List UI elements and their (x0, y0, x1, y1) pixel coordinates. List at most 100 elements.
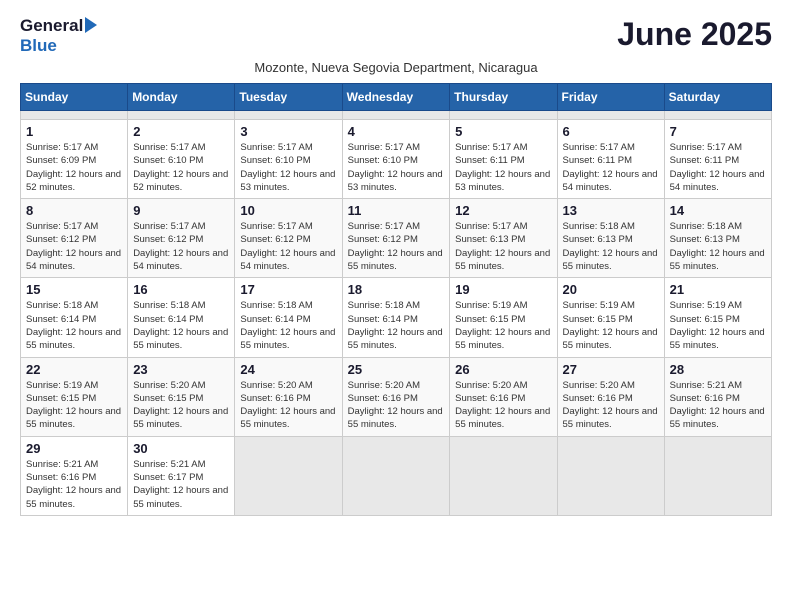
calendar-day-cell (450, 111, 557, 120)
calendar-day-cell (235, 111, 342, 120)
calendar-week-row: 22Sunrise: 5:19 AMSunset: 6:15 PMDayligh… (21, 357, 772, 436)
calendar-day-cell: 21Sunrise: 5:19 AMSunset: 6:15 PMDayligh… (664, 278, 771, 357)
day-info: Sunrise: 5:17 AMSunset: 6:12 PMDaylight:… (26, 220, 122, 273)
day-info: Sunrise: 5:17 AMSunset: 6:10 PMDaylight:… (240, 141, 336, 194)
col-sunday: Sunday (21, 84, 128, 111)
calendar-day-cell: 17 Sunrise: 5:18 AMSunset: 6:14 PMDayligh… (235, 278, 342, 357)
day-info: Sunrise: 5:17 AMSunset: 6:12 PMDaylight:… (133, 220, 229, 273)
day-number: 13 (563, 203, 659, 218)
day-number: 17 (240, 282, 336, 297)
logo-blue: Blue (20, 36, 57, 55)
day-info: Sunrise: 5:20 AMSunset: 6:16 PMDaylight:… (455, 379, 551, 432)
day-number: 18 (348, 282, 445, 297)
calendar-day-cell: 9 Sunrise: 5:17 AMSunset: 6:12 PMDaylight… (128, 199, 235, 278)
calendar-week-row: 8 Sunrise: 5:17 AMSunset: 6:12 PMDaylight… (21, 199, 772, 278)
calendar-day-cell: 1 Sunrise: 5:17 AMSunset: 6:09 PMDaylight… (21, 120, 128, 199)
day-info: Sunrise: 5:18 AMSunset: 6:14 PMDaylight:… (348, 299, 445, 352)
calendar-header-row: Sunday Monday Tuesday Wednesday Thursday… (21, 84, 772, 111)
calendar-day-cell: 24 Sunrise: 5:20 AMSunset: 6:16 PMDayligh… (235, 357, 342, 436)
day-info: Sunrise: 5:17 AMSunset: 6:10 PMDaylight:… (348, 141, 445, 194)
logo-arrow-icon (85, 17, 97, 33)
calendar-day-cell: 16Sunrise: 5:18 AMSunset: 6:14 PMDayligh… (128, 278, 235, 357)
calendar-day-cell: 26 Sunrise: 5:20 AMSunset: 6:16 PMDayligh… (450, 357, 557, 436)
col-tuesday: Tuesday (235, 84, 342, 111)
day-info: Sunrise: 5:17 AMSunset: 6:11 PMDaylight:… (563, 141, 659, 194)
col-thursday: Thursday (450, 84, 557, 111)
calendar-day-cell: 5 Sunrise: 5:17 AMSunset: 6:11 PMDaylight… (450, 120, 557, 199)
logo: General Blue (20, 16, 97, 56)
logo-general: General (20, 16, 83, 36)
day-number: 24 (240, 362, 336, 377)
calendar-day-cell: 19 Sunrise: 5:19 AMSunset: 6:15 PMDayligh… (450, 278, 557, 357)
calendar-day-cell: 20Sunrise: 5:19 AMSunset: 6:15 PMDayligh… (557, 278, 664, 357)
day-info: Sunrise: 5:17 AMSunset: 6:12 PMDaylight:… (348, 220, 445, 273)
day-number: 8 (26, 203, 122, 218)
calendar-day-cell: 12 Sunrise: 5:17 AMSunset: 6:13 PMDayligh… (450, 199, 557, 278)
day-info: Sunrise: 5:17 AMSunset: 6:13 PMDaylight:… (455, 220, 551, 273)
day-number: 1 (26, 124, 122, 139)
day-number: 23 (133, 362, 229, 377)
day-info: Sunrise: 5:18 AMSunset: 6:14 PMDaylight:… (240, 299, 336, 352)
calendar-day-cell (557, 436, 664, 515)
calendar-week-row: 1 Sunrise: 5:17 AMSunset: 6:09 PMDaylight… (21, 120, 772, 199)
day-info: Sunrise: 5:19 AMSunset: 6:15 PMDaylight:… (455, 299, 551, 352)
calendar-day-cell: 18 Sunrise: 5:18 AMSunset: 6:14 PMDayligh… (342, 278, 450, 357)
calendar-day-cell: 27Sunrise: 5:20 AMSunset: 6:16 PMDayligh… (557, 357, 664, 436)
day-number: 14 (670, 203, 766, 218)
calendar-day-cell (235, 436, 342, 515)
calendar-week-row (21, 111, 772, 120)
day-number: 19 (455, 282, 551, 297)
month-title: June 2025 (617, 16, 772, 53)
col-friday: Friday (557, 84, 664, 111)
calendar-day-cell (21, 111, 128, 120)
calendar-day-cell (664, 111, 771, 120)
day-number: 28 (670, 362, 766, 377)
calendar-week-row: 15 Sunrise: 5:18 AMSunset: 6:14 PMDayligh… (21, 278, 772, 357)
calendar-day-cell: 25Sunrise: 5:20 AMSunset: 6:16 PMDayligh… (342, 357, 450, 436)
day-info: Sunrise: 5:17 AMSunset: 6:11 PMDaylight:… (455, 141, 551, 194)
day-info: Sunrise: 5:21 AMSunset: 6:16 PMDaylight:… (26, 458, 122, 511)
calendar-day-cell: 10Sunrise: 5:17 AMSunset: 6:12 PMDayligh… (235, 199, 342, 278)
day-info: Sunrise: 5:17 AMSunset: 6:11 PMDaylight:… (670, 141, 766, 194)
col-saturday: Saturday (664, 84, 771, 111)
calendar-day-cell: 29 Sunrise: 5:21 AMSunset: 6:16 PMDayligh… (21, 436, 128, 515)
col-monday: Monday (128, 84, 235, 111)
calendar-day-cell: 4 Sunrise: 5:17 AMSunset: 6:10 PMDaylight… (342, 120, 450, 199)
day-number: 4 (348, 124, 445, 139)
day-number: 5 (455, 124, 551, 139)
calendar-day-cell (664, 436, 771, 515)
calendar-day-cell: 11Sunrise: 5:17 AMSunset: 6:12 PMDayligh… (342, 199, 450, 278)
day-number: 9 (133, 203, 229, 218)
calendar-day-cell: 28Sunrise: 5:21 AMSunset: 6:16 PMDayligh… (664, 357, 771, 436)
calendar-day-cell: 22Sunrise: 5:19 AMSunset: 6:15 PMDayligh… (21, 357, 128, 436)
calendar-day-cell (557, 111, 664, 120)
day-info: Sunrise: 5:18 AMSunset: 6:14 PMDaylight:… (133, 299, 229, 352)
day-number: 25 (348, 362, 445, 377)
day-info: Sunrise: 5:20 AMSunset: 6:16 PMDaylight:… (240, 379, 336, 432)
col-wednesday: Wednesday (342, 84, 450, 111)
day-number: 2 (133, 124, 229, 139)
location-subtitle: Mozonte, Nueva Segovia Department, Nicar… (20, 60, 772, 75)
calendar-day-cell: 8 Sunrise: 5:17 AMSunset: 6:12 PMDaylight… (21, 199, 128, 278)
day-info: Sunrise: 5:19 AMSunset: 6:15 PMDaylight:… (563, 299, 659, 352)
calendar-week-row: 29 Sunrise: 5:21 AMSunset: 6:16 PMDayligh… (21, 436, 772, 515)
day-number: 30 (133, 441, 229, 456)
calendar-day-cell: 3Sunrise: 5:17 AMSunset: 6:10 PMDaylight… (235, 120, 342, 199)
calendar-day-cell (342, 111, 450, 120)
calendar-day-cell: 23Sunrise: 5:20 AMSunset: 6:15 PMDayligh… (128, 357, 235, 436)
day-info: Sunrise: 5:20 AMSunset: 6:16 PMDaylight:… (563, 379, 659, 432)
day-info: Sunrise: 5:17 AMSunset: 6:10 PMDaylight:… (133, 141, 229, 194)
calendar-day-cell (342, 436, 450, 515)
day-number: 7 (670, 124, 766, 139)
day-number: 15 (26, 282, 122, 297)
day-number: 29 (26, 441, 122, 456)
day-number: 6 (563, 124, 659, 139)
calendar-day-cell: 6 Sunrise: 5:17 AMSunset: 6:11 PMDaylight… (557, 120, 664, 199)
calendar-day-cell: 15Sunrise: 5:18 AMSunset: 6:14 PMDayligh… (21, 278, 128, 357)
day-info: Sunrise: 5:17 AMSunset: 6:09 PMDaylight:… (26, 141, 122, 194)
calendar-day-cell (128, 111, 235, 120)
calendar-day-cell (450, 436, 557, 515)
calendar-day-cell: 30Sunrise: 5:21 AMSunset: 6:17 PMDayligh… (128, 436, 235, 515)
day-number: 26 (455, 362, 551, 377)
day-number: 12 (455, 203, 551, 218)
